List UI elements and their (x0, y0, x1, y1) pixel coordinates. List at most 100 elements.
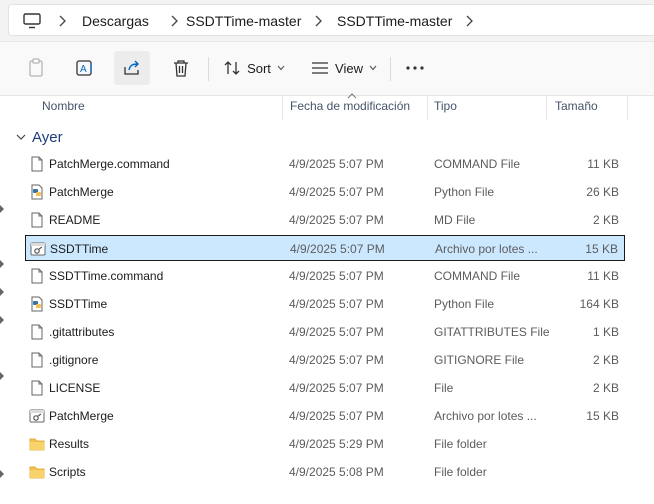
file-row[interactable]: SSDTTime.command 4/9/2025 5:07 PM COMMAND … (25, 263, 625, 289)
file-row[interactable]: Scripts 4/9/2025 5:08 PM File folder (25, 459, 625, 485)
python-file-icon (29, 184, 45, 200)
more-options-button[interactable] (400, 51, 430, 85)
batch-file-icon (30, 241, 46, 257)
share-icon (124, 60, 139, 75)
column-divider[interactable] (546, 96, 547, 120)
chevron-down-icon (369, 65, 377, 71)
batch-file-icon (29, 408, 45, 424)
file-row[interactable]: .gitignore 4/9/2025 5:07 PM GITIGNORE File… (25, 347, 625, 373)
nav-pane-edge-icon (0, 205, 4, 213)
share-button[interactable] (114, 51, 150, 85)
group-header[interactable]: Ayer (16, 126, 63, 148)
file-size: 15 KB (586, 409, 619, 423)
file-size: 2 KB (592, 381, 619, 395)
file-type: Archivo por lotes ... (435, 242, 538, 256)
nav-pane-edge-icon (0, 316, 4, 324)
file-size: 2 KB (592, 213, 619, 227)
file-row[interactable]: LICENSE 4/9/2025 5:07 PM File 2 KB (25, 375, 625, 401)
python-file-icon (29, 296, 45, 312)
file-row[interactable]: SSDTTime 4/9/2025 5:07 PM Archivo por lote… (25, 235, 625, 261)
column-header-size[interactable]: Tamaño (555, 99, 598, 113)
column-header-type[interactable]: Tipo (434, 99, 457, 113)
folder-icon (29, 436, 45, 452)
delete-icon (174, 60, 188, 77)
file-name: PatchMerge (49, 185, 114, 199)
folder-icon (29, 464, 45, 480)
nav-pane-edge-icon (0, 470, 4, 478)
delete-button[interactable] (166, 51, 196, 85)
file-name: Scripts (49, 465, 86, 479)
column-divider[interactable] (627, 96, 628, 120)
file-type: COMMAND File (434, 269, 520, 283)
sort-label: Sort (247, 60, 271, 76)
blank-file-icon (29, 156, 45, 172)
file-name: SSDTTime (49, 297, 108, 311)
column-divider[interactable] (427, 96, 428, 120)
rename-icon: A (76, 60, 92, 76)
file-name: LICENSE (49, 381, 101, 395)
file-type: Archivo por lotes ... (434, 409, 537, 423)
this-pc-icon[interactable] (23, 13, 41, 29)
file-row[interactable]: PatchMerge 4/9/2025 5:07 PM Python File 26 … (25, 179, 625, 205)
file-name: SSDTTime.command (49, 269, 164, 283)
file-name: PatchMerge.command (49, 157, 170, 171)
file-date: 4/9/2025 5:07 PM (289, 353, 384, 367)
file-name: .gitignore (49, 353, 99, 367)
file-type: File folder (434, 465, 487, 479)
file-type: MD File (434, 213, 476, 227)
view-icon (312, 62, 329, 74)
file-type: GITIGNORE File (434, 353, 525, 367)
breadcrumb-descargas[interactable]: Descargas (82, 5, 149, 37)
file-type: COMMAND File (434, 157, 520, 171)
paste-icon (29, 58, 43, 77)
file-size: 2 KB (592, 353, 619, 367)
file-type: Python File (434, 297, 495, 311)
file-type: File (434, 381, 454, 395)
toolbar-separator (390, 57, 391, 81)
file-date: 4/9/2025 5:07 PM (289, 269, 384, 283)
chevron-down-icon (277, 65, 285, 71)
chevron-right-icon[interactable] (57, 15, 67, 27)
file-row[interactable]: .gitattributes 4/9/2025 5:07 PM GITATTRIBU… (25, 319, 625, 345)
file-date: 4/9/2025 5:07 PM (289, 157, 384, 171)
blank-file-icon (29, 380, 45, 396)
blank-file-icon (29, 352, 45, 368)
toolbar-separator (208, 57, 209, 81)
group-title: Ayer (32, 128, 63, 146)
file-size: 164 KB (579, 297, 619, 311)
more-icon (406, 66, 424, 70)
file-row[interactable]: Results 4/9/2025 5:29 PM File folder (25, 431, 625, 457)
chevron-right-icon[interactable] (313, 15, 323, 27)
file-date: 4/9/2025 5:07 PM (290, 242, 385, 256)
file-row[interactable]: PatchMerge.command 4/9/2025 5:07 PM COMMAN… (25, 151, 625, 177)
breadcrumb[interactable]: Descargas SSDTTime-master SSDTTime-maste… (8, 4, 654, 36)
rename-button[interactable]: A (70, 51, 100, 85)
file-size: 15 KB (585, 242, 618, 256)
breadcrumb-ssdttime-master[interactable]: SSDTTime-master (186, 5, 301, 37)
file-row[interactable]: PatchMerge 4/9/2025 5:07 PM Archivo por lo… (25, 403, 625, 429)
blank-file-icon (29, 324, 45, 340)
blank-file-icon (29, 212, 45, 228)
file-name: Results (49, 437, 90, 451)
file-row[interactable]: README 4/9/2025 5:07 PM MD File 2 KB (25, 207, 625, 233)
file-date: 4/9/2025 5:07 PM (289, 381, 384, 395)
view-button[interactable]: View (304, 51, 384, 85)
column-divider[interactable] (282, 96, 283, 120)
chevron-down-icon[interactable] (16, 133, 26, 141)
file-date: 4/9/2025 5:29 PM (289, 437, 384, 451)
address-bar: Descargas SSDTTime-master SSDTTime-maste… (0, 0, 654, 42)
file-date: 4/9/2025 5:07 PM (289, 297, 384, 311)
svg-text:A: A (80, 64, 87, 75)
paste-button[interactable] (22, 51, 52, 85)
sort-button[interactable]: Sort (218, 51, 290, 85)
file-name: SSDTTime (50, 242, 109, 256)
breadcrumb-ssdttime-master-current[interactable]: SSDTTime-master (337, 5, 452, 37)
column-header-name[interactable]: Nombre (42, 99, 85, 113)
file-date: 4/9/2025 5:08 PM (289, 465, 384, 479)
chevron-right-icon[interactable] (464, 15, 474, 27)
file-size: 11 KB (587, 269, 619, 283)
column-header-date[interactable]: Fecha de modificación (290, 99, 410, 113)
chevron-right-icon[interactable] (169, 15, 179, 27)
file-row[interactable]: SSDTTime 4/9/2025 5:07 PM Python File 164 K… (25, 291, 625, 317)
file-type: GITATTRIBUTES File (434, 325, 550, 339)
